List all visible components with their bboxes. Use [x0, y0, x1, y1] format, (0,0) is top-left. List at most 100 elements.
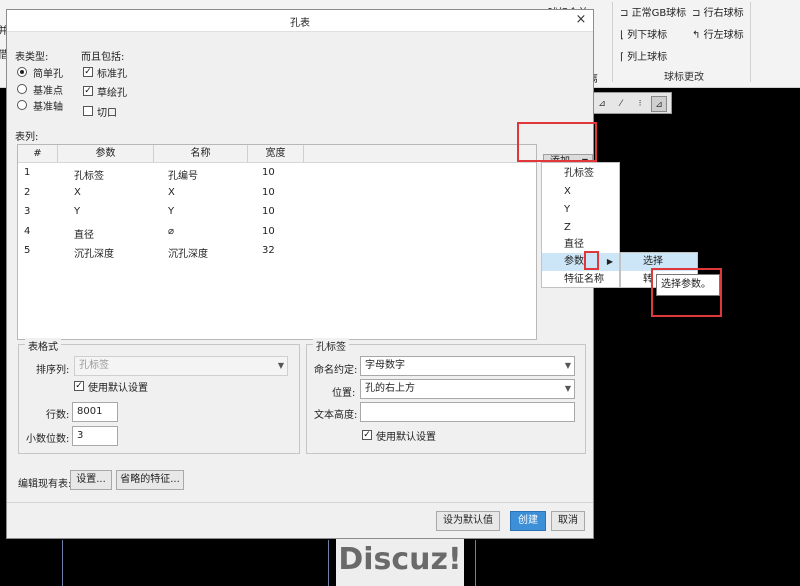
- menu-item-z[interactable]: Z: [542, 219, 619, 237]
- hole-tag-use-default-checkbox[interactable]: ✓: [362, 430, 372, 440]
- header-index[interactable]: #: [18, 145, 58, 163]
- menu-item-label: 参数: [564, 256, 584, 267]
- menu-item-parameter[interactable]: 参数 ▶: [542, 253, 619, 271]
- position-select[interactable]: 孔的右上方 ▼: [360, 379, 575, 399]
- ribbon-item-gb-balloon[interactable]: ⊐ 正常GB球标: [620, 4, 686, 19]
- ribbon-item-col-down[interactable]: ⌊ 列下球标: [620, 26, 667, 41]
- balloon-icon: ⊐: [620, 8, 629, 19]
- table-row[interactable]: 1 孔标签 孔编号 10: [18, 165, 536, 183]
- dialog-title: 孔表: [290, 18, 310, 29]
- grid-icon[interactable]: ⁝: [632, 96, 648, 112]
- ribbon-item-col-up[interactable]: ⌈ 列上球标: [620, 48, 667, 63]
- ribbon-item-row-right[interactable]: ⊐ 行右球标: [692, 4, 744, 19]
- set-default-button[interactable]: 设为默认值: [436, 511, 500, 531]
- checkbox-label: 切口: [97, 108, 117, 119]
- menu-item-hole-tag[interactable]: 孔标签: [542, 165, 619, 183]
- table-row[interactable]: 5 沉孔深度 沉孔深度 32: [18, 243, 536, 261]
- use-default-checkbox[interactable]: ✓: [74, 381, 84, 391]
- add-dropdown-menu: 孔标签 X Y Z 直径 参数 ▶ 特征名称: [541, 162, 620, 288]
- checkbox-label: 标准孔: [97, 69, 127, 80]
- table-cell: 沉孔深度: [168, 249, 208, 260]
- columns-table[interactable]: # 参数 名称 宽度 1 孔标签 孔编号 10 2 X X 10 3 Y Y 10 4 直径 ⌀ 10 5 沉孔深…: [17, 144, 537, 340]
- use-default-label: 使用默认设置: [88, 383, 148, 394]
- header-param[interactable]: 参数: [58, 145, 154, 163]
- drawing-line: [62, 540, 63, 586]
- decimals-label: 小数位数:: [26, 434, 70, 445]
- table-cell: 10: [262, 186, 275, 198]
- graphics-toolbar: ⊿ ⁄ ⁝ ⊿: [590, 92, 672, 114]
- hole-table-dialog: 孔表 × 表类型: 简单孔 基准点 基准轴 而且包括: ✓ 标准孔 ✓ 草绘孔 …: [6, 9, 594, 539]
- radio-label: 简单孔: [33, 69, 63, 80]
- header-width[interactable]: 宽度: [248, 145, 304, 163]
- text-height-input[interactable]: [360, 402, 575, 422]
- table-cell: 沉孔深度: [74, 249, 114, 260]
- col-up-icon: ⌈: [620, 52, 624, 63]
- table-row[interactable]: 3 Y Y 10: [18, 204, 536, 222]
- balloon-icon[interactable]: ⊿: [594, 96, 610, 112]
- table-body: 1 孔标签 孔编号 10 2 X X 10 3 Y Y 10 4 直径 ⌀ 10 5 沉孔深度 沉孔深度 32: [18, 163, 536, 339]
- menu-item-y[interactable]: Y: [542, 201, 619, 219]
- table-cell: 32: [262, 245, 275, 256]
- close-icon[interactable]: ×: [573, 12, 589, 28]
- table-cell: 5: [24, 245, 31, 256]
- header-name[interactable]: 名称: [154, 145, 248, 163]
- table-cell: 10: [262, 225, 275, 237]
- sort-column-select[interactable]: 孔标签 ▼: [74, 356, 288, 376]
- naming-select[interactable]: 字母数字 ▼: [360, 356, 575, 376]
- table-cell: 4: [24, 225, 31, 237]
- create-button[interactable]: 创建: [510, 511, 546, 531]
- position-label: 位置:: [332, 388, 356, 399]
- table-cell: X: [74, 186, 81, 198]
- col-down-icon: ⌊: [620, 30, 624, 41]
- drawing-line: [475, 540, 476, 586]
- include-label: 而且包括:: [81, 52, 125, 63]
- table-type-label: 表类型:: [15, 52, 49, 63]
- dialog-titlebar[interactable]: 孔表 ×: [7, 10, 593, 32]
- standard-hole-checkbox[interactable]: ✓: [83, 67, 93, 77]
- radio-datum-point[interactable]: [17, 84, 27, 94]
- naming-label: 命名约定:: [314, 365, 358, 376]
- table-cell: 孔标签: [74, 171, 104, 182]
- highlight-box-add: [517, 122, 597, 162]
- table-cell: 10: [262, 167, 275, 178]
- chevron-right-icon: ▶: [606, 257, 613, 266]
- table-cell: Y: [74, 206, 81, 217]
- table-cell: X: [168, 186, 175, 198]
- settings-button[interactable]: 设置...: [70, 470, 112, 490]
- table-cell: 1: [24, 167, 31, 178]
- table-row[interactable]: 4 直径 ⌀ 10: [18, 224, 536, 242]
- footer-separator: [7, 502, 593, 503]
- sketch-hole-checkbox[interactable]: ✓: [83, 86, 93, 96]
- sort-label: 排序列:: [36, 365, 70, 376]
- hole-tag-use-default-label: 使用默认设置: [376, 432, 436, 443]
- radio-simple-hole[interactable]: [17, 67, 27, 77]
- table-row[interactable]: 2 X X 10: [18, 185, 536, 203]
- radio-label: 基准轴: [33, 102, 63, 113]
- menu-item-feature-name[interactable]: 特征名称: [542, 271, 619, 289]
- menu-item-diameter[interactable]: 直径: [542, 236, 619, 254]
- edit-existing-label: 编辑现有表:: [18, 479, 72, 490]
- hole-tag-title: 孔标签: [313, 338, 349, 353]
- decimals-input[interactable]: 3: [72, 426, 118, 446]
- table-cell: 孔编号: [168, 171, 198, 182]
- table-cell: ⌀: [168, 225, 175, 237]
- omitted-features-button[interactable]: 省略的特征...: [116, 470, 184, 490]
- ribbon-separator: [612, 2, 613, 82]
- table-header: # 参数 名称 宽度: [18, 145, 536, 163]
- ribbon-separator: [750, 2, 751, 82]
- table-cell: 10: [262, 206, 275, 217]
- cut-checkbox[interactable]: [83, 106, 93, 116]
- naming-value: 字母数字: [365, 360, 405, 371]
- position-value: 孔的右上方: [365, 383, 415, 394]
- active-icon[interactable]: ⊿: [651, 96, 667, 112]
- ribbon-item-row-left[interactable]: ↰ 行左球标: [692, 26, 744, 41]
- radio-datum-axis[interactable]: [17, 100, 27, 110]
- highlight-box-tooltip: [651, 268, 722, 317]
- chevron-down-icon: ▼: [277, 361, 285, 370]
- rows-input[interactable]: 8001: [72, 402, 118, 422]
- table-cell: Y: [168, 206, 175, 217]
- text-height-label: 文本高度:: [314, 410, 358, 421]
- cancel-button[interactable]: 取消: [551, 511, 585, 531]
- menu-item-x[interactable]: X: [542, 183, 619, 201]
- cut-icon[interactable]: ⁄: [613, 96, 629, 112]
